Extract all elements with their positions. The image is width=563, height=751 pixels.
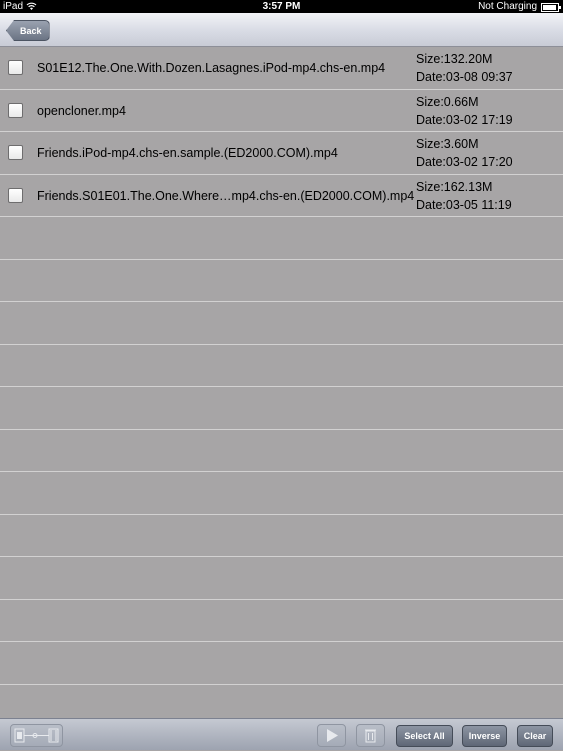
play-button[interactable] (317, 724, 346, 747)
select-all-button[interactable]: Select All (396, 725, 453, 747)
empty-row (0, 217, 563, 260)
file-row[interactable]: Friends.iPod-mp4.chs-en.sample.(ED2000.C… (0, 132, 563, 175)
clear-button[interactable]: Clear (517, 725, 553, 747)
transfer-button[interactable] (10, 724, 63, 747)
inverse-button[interactable]: Inverse (462, 725, 507, 747)
file-name: opencloner.mp4 (37, 103, 126, 118)
file-name: S01E12.The.One.With.Dozen.Lasagnes.iPod-… (37, 61, 386, 75)
empty-row (0, 515, 563, 557)
status-right: Not Charging (478, 0, 561, 13)
file-row[interactable]: Friends.S01E01.The.One.Where…mp4.chs-en.… (0, 175, 563, 217)
file-size: Size:132.20M (416, 52, 493, 66)
file-size: Size:162.13M (416, 179, 493, 194)
empty-row (0, 387, 563, 430)
trash-icon (365, 729, 376, 743)
empty-row (0, 557, 563, 600)
empty-row (0, 642, 563, 685)
empty-row (0, 345, 563, 387)
file-date: Date:03-08 09:37 (416, 70, 513, 84)
file-row[interactable]: opencloner.mp4 Size:0.66M Date:03-02 17:19 (0, 90, 563, 132)
charging-status: Not Charging (478, 1, 537, 12)
empty-row (0, 302, 563, 345)
file-list: S01E12.The.One.With.Dozen.Lasagnes.iPod-… (0, 47, 563, 727)
file-date: Date:03-02 17:19 (416, 112, 513, 127)
file-checkbox[interactable] (8, 60, 23, 75)
navigation-bar: Back (0, 13, 563, 47)
file-checkbox[interactable] (8, 102, 23, 118)
empty-row (0, 430, 563, 472)
file-size: Size:0.66M (416, 94, 479, 109)
file-date: Date:03-02 17:20 (416, 155, 513, 169)
status-bar: iPad 3:57 PM Not Charging (0, 0, 563, 13)
file-row[interactable]: S01E12.The.One.With.Dozen.Lasagnes.iPod-… (0, 47, 563, 90)
empty-row (0, 260, 563, 302)
empty-row (0, 472, 563, 515)
file-date: Date:03-05 11:19 (416, 197, 512, 212)
file-checkbox[interactable] (8, 187, 23, 203)
delete-button[interactable] (356, 724, 385, 747)
back-button[interactable]: Back (6, 20, 50, 41)
bottom-toolbar: Select All Inverse Clear (0, 718, 563, 750)
battery-icon (541, 3, 561, 12)
film-transfer-icon (14, 728, 59, 743)
play-icon (327, 729, 338, 742)
empty-row (0, 600, 563, 642)
file-checkbox[interactable] (8, 145, 23, 160)
file-name: Friends.iPod-mp4.chs-en.sample.(ED2000.C… (37, 146, 338, 160)
file-name: Friends.S01E01.The.One.Where…mp4.chs-en.… (37, 188, 415, 203)
file-size: Size:3.60M (416, 137, 479, 151)
